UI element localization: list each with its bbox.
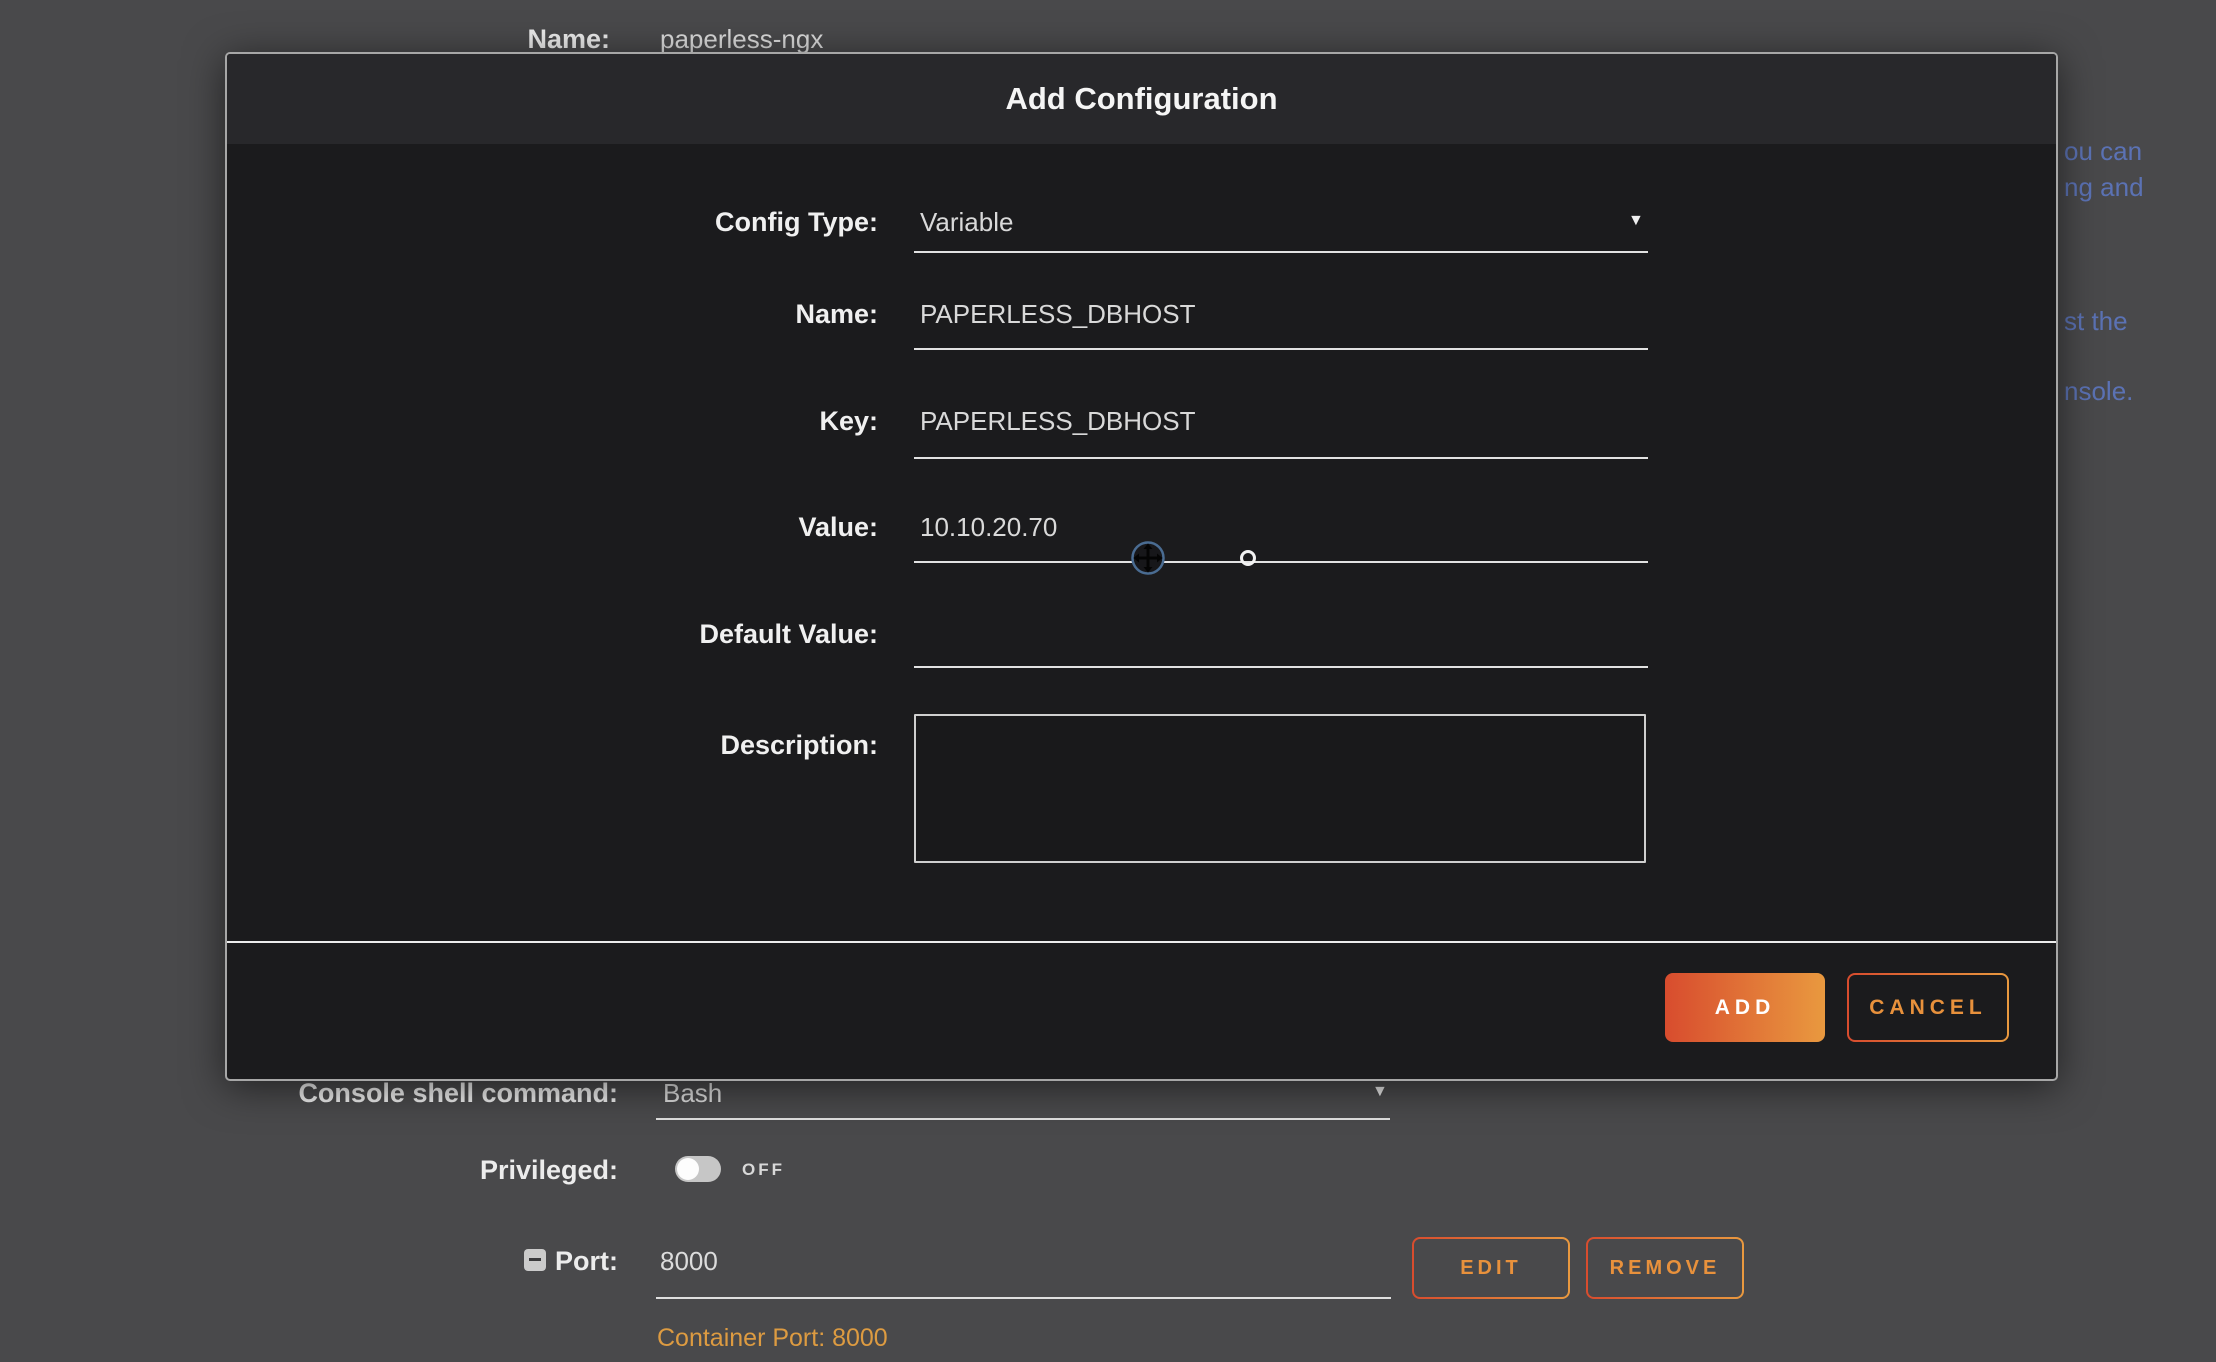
port-value[interactable]: 8000 xyxy=(660,1246,718,1277)
screen: Name: paperless-ngx ou can ng and st the… xyxy=(0,0,2216,1362)
bg-name-value[interactable]: paperless-ngx xyxy=(660,24,823,55)
console-shell-underline xyxy=(656,1118,1390,1120)
click-indicator-icon xyxy=(1240,550,1256,566)
help-text-fragment: ou can xyxy=(2064,136,2142,167)
move-cursor-icon xyxy=(1130,540,1166,581)
config-type-label: Config Type: xyxy=(478,207,878,238)
bg-name-label: Name: xyxy=(210,24,610,55)
add-button[interactable]: ADD xyxy=(1665,973,1825,1042)
config-type-underline xyxy=(914,251,1648,253)
key-underline xyxy=(914,457,1648,459)
help-text-fragment: nsole. xyxy=(2064,376,2133,407)
key-label: Key: xyxy=(478,406,878,437)
dialog-title: Add Configuration xyxy=(1005,81,1277,117)
edit-button[interactable]: EDIT xyxy=(1412,1237,1570,1299)
name-label: Name: xyxy=(478,299,878,330)
port-underline xyxy=(656,1297,1391,1299)
console-shell-select[interactable]: Bash xyxy=(663,1078,722,1109)
privileged-toggle[interactable] xyxy=(675,1156,721,1182)
help-text-fragment: st the xyxy=(2064,306,2128,337)
value-underline xyxy=(914,561,1648,563)
value-input[interactable]: 10.10.20.70 xyxy=(920,512,1057,543)
console-shell-label: Console shell command: xyxy=(218,1078,618,1109)
chevron-down-icon: ▼ xyxy=(1372,1083,1388,1101)
value-label: Value: xyxy=(478,512,878,543)
port-label: Port: xyxy=(218,1246,618,1277)
default-value-underline xyxy=(914,666,1648,668)
remove-button[interactable]: REMOVE xyxy=(1586,1237,1744,1299)
privileged-label: Privileged: xyxy=(218,1155,618,1186)
description-label: Description: xyxy=(478,730,878,761)
config-type-select[interactable]: Variable xyxy=(920,207,1013,238)
key-input[interactable]: PAPERLESS_DBHOST xyxy=(920,406,1196,437)
container-port-note: Container Port: 8000 xyxy=(657,1324,888,1353)
name-input[interactable]: PAPERLESS_DBHOST xyxy=(920,299,1196,330)
name-underline xyxy=(914,348,1648,350)
privileged-state: OFF xyxy=(742,1160,785,1180)
footer-divider xyxy=(227,941,2056,943)
dialog-header: Add Configuration xyxy=(227,54,2056,144)
help-text-fragment: ng and xyxy=(2064,172,2144,203)
cancel-button[interactable]: CANCEL xyxy=(1847,973,2009,1042)
chevron-down-icon[interactable]: ▼ xyxy=(1628,212,1644,230)
default-value-label: Default Value: xyxy=(478,619,878,650)
toggle-knob-icon xyxy=(677,1158,699,1180)
description-textarea[interactable] xyxy=(914,714,1646,863)
